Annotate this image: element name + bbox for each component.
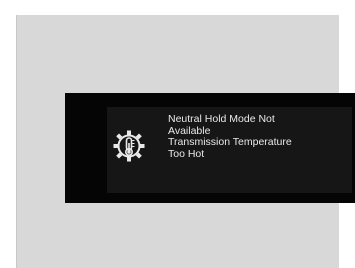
message-line-3: Transmission Temperature: [168, 136, 292, 148]
figure-frame: Neutral Hold Mode Not Available Transmis…: [0, 0, 355, 268]
figure-panel: Neutral Hold Mode Not Available Transmis…: [16, 15, 355, 268]
message-line-1: Neutral Hold Mode Not: [168, 114, 275, 125]
transmission-temperature-warning-icon: [111, 128, 147, 164]
warning-message-box: Neutral Hold Mode Not Available Transmis…: [107, 107, 352, 193]
message-line-4: Too Hot: [168, 147, 205, 160]
warning-message-text: Neutral Hold Mode Not Available Transmis…: [168, 114, 352, 160]
instrument-display: Neutral Hold Mode Not Available Transmis…: [65, 93, 355, 203]
